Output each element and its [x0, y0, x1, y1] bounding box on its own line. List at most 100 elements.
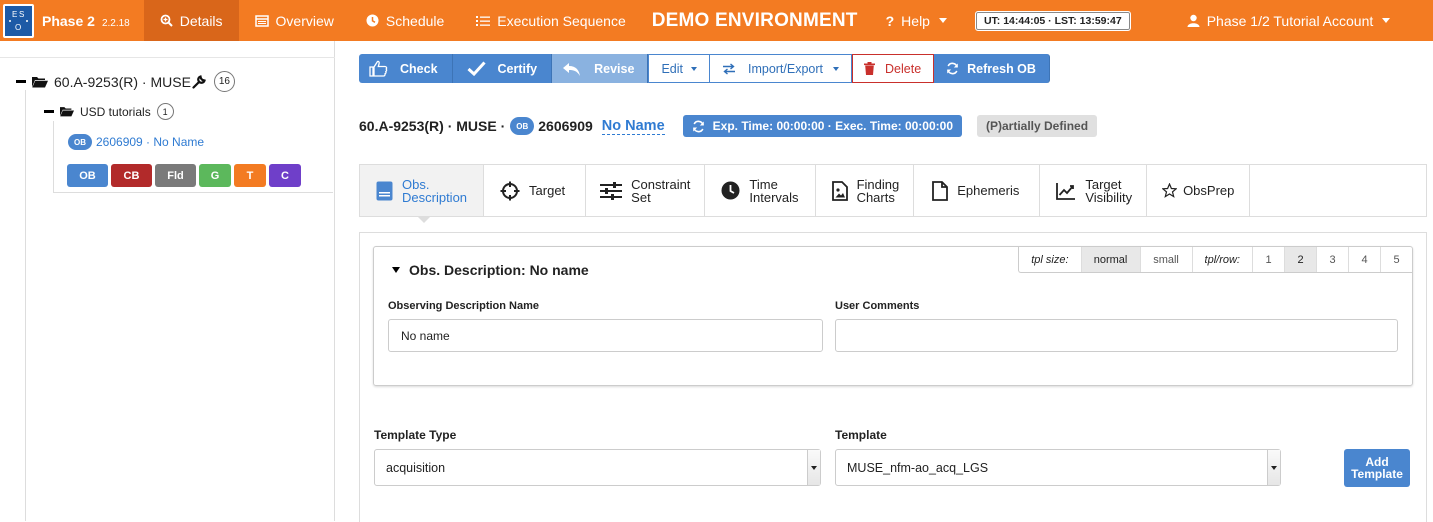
tab-line1: Target — [529, 183, 566, 198]
list-window-icon — [254, 14, 269, 27]
edit-menu-button[interactable]: Edit — [648, 54, 710, 83]
help-menu[interactable]: ? Help — [876, 0, 957, 41]
ob-toolbar: Check Certify Revise Edit Import/Export … — [359, 54, 1050, 83]
row-3-button[interactable]: 3 — [1316, 247, 1348, 272]
folder-open-icon — [60, 106, 74, 117]
divider — [0, 57, 335, 58]
tree-ob-node[interactable]: OB 2606909 · No Name — [68, 134, 204, 150]
tab-line2: Visibility — [1085, 189, 1133, 205]
sliders-icon — [600, 181, 623, 200]
obs-desc-name-input[interactable]: No name — [388, 319, 823, 352]
tpl-size-label: tpl size: — [1031, 253, 1069, 266]
size-normal-button[interactable]: normal — [1080, 247, 1140, 272]
svg-text:O: O — [15, 23, 21, 32]
template-type-value: acquisition — [386, 460, 446, 475]
tab-target-visibility[interactable]: Target Visibility — [1040, 165, 1148, 216]
revise-button[interactable]: Revise — [552, 54, 649, 83]
account-menu[interactable]: Phase 1/2 Tutorial Account — [1171, 0, 1407, 41]
card-title-label: Obs. Description: No name — [409, 262, 589, 278]
chip-t[interactable]: T — [234, 164, 266, 187]
tab-target[interactable]: Target — [484, 165, 587, 216]
user-comments-label: User Comments — [835, 300, 920, 312]
row-2-button[interactable]: 2 — [1284, 247, 1316, 272]
chip-fld[interactable]: Fld — [155, 164, 196, 187]
chevron-down-icon — [938, 18, 947, 23]
certify-button[interactable]: Certify — [452, 54, 553, 83]
exec-time-button[interactable]: Exp. Time: 00:00:00 · Exec. Time: 00:00:… — [682, 115, 962, 137]
import-export-menu-button[interactable]: Import/Export — [709, 54, 853, 83]
ob-name-editable[interactable]: No Name — [601, 118, 665, 135]
add-line2: Template — [1351, 467, 1403, 481]
tpl-row-label: tpl/row: — [1191, 247, 1252, 272]
folder-open-icon — [32, 76, 48, 88]
delete-label: Delete — [885, 61, 922, 76]
nav-details-label: Details — [179, 12, 223, 29]
refresh-ob-button[interactable]: Refresh OB — [934, 54, 1050, 83]
ob-component-chips: OB CB Fld G T C — [67, 164, 301, 187]
file-icon — [932, 180, 949, 201]
tree-ob-label: 2606909 · No Name — [96, 135, 205, 149]
tab-label: Finding Charts — [857, 178, 900, 204]
row-1-button[interactable]: 1 — [1252, 247, 1284, 272]
active-tab-pointer — [417, 216, 431, 223]
template-type-select[interactable]: acquisition — [374, 449, 821, 486]
tab-obs-description[interactable]: Obs. Description — [360, 165, 485, 216]
thumbs-up-icon — [369, 60, 388, 77]
size-small-button[interactable]: small — [1139, 247, 1192, 272]
refresh-label: Refresh OB — [967, 61, 1036, 76]
nav-execution-sequence[interactable]: Execution Sequence — [460, 0, 641, 41]
folder-ob-count: 1 — [156, 103, 174, 120]
chip-c[interactable]: C — [269, 164, 301, 187]
tree-guide — [53, 121, 54, 193]
tab-ephemeris[interactable]: Ephemeris — [914, 165, 1041, 216]
tab-obsprep[interactable]: ObsPrep — [1147, 165, 1251, 216]
brand[interactable]: Phase 2 2.2.18 — [42, 13, 130, 29]
chip-cb[interactable]: CB — [111, 164, 152, 187]
template-value: MUSE_nfm-ao_acq_LGS — [847, 460, 989, 475]
tab-label: Time Intervals — [749, 178, 798, 204]
tab-line2: Charts — [856, 189, 895, 205]
refresh-icon — [946, 62, 959, 75]
tab-finding-charts[interactable]: Finding Charts — [816, 165, 915, 216]
run-ob-count: 16 — [213, 71, 235, 92]
svg-text:E: E — [12, 10, 17, 19]
tab-label: Target Visibility — [1085, 178, 1132, 204]
card-title[interactable]: Obs. Description: No name — [392, 262, 589, 278]
chip-g[interactable]: G — [199, 164, 231, 187]
tab-constraint-set[interactable]: Constraint Set — [586, 165, 706, 216]
tree-run-node[interactable]: 60.A-9253(R) · MUSE 16 — [16, 71, 235, 92]
time-display: UT: 14:44:05 · LST: 13:59:47 — [974, 10, 1131, 31]
nav-details[interactable]: Details — [143, 0, 239, 41]
obs-desc-name-label: Observing Description Name — [388, 300, 539, 312]
chip-ob[interactable]: OB — [67, 164, 108, 187]
collapse-icon[interactable] — [16, 80, 26, 83]
row-5-button[interactable]: 5 — [1380, 247, 1412, 272]
eso-logo[interactable]: E S O — [3, 3, 34, 38]
edit-label: Edit — [661, 61, 683, 76]
nav-overview[interactable]: Overview — [239, 0, 350, 41]
delete-button[interactable]: Delete — [852, 54, 935, 83]
tab-line1: ObsPrep — [1183, 183, 1235, 198]
nav-schedule[interactable]: Schedule — [350, 0, 460, 41]
caret-down-icon[interactable] — [392, 267, 400, 273]
exchange-icon — [722, 62, 736, 75]
user-icon — [1187, 14, 1200, 27]
tree-folder-node[interactable]: USD tutorials 1 — [44, 103, 174, 120]
check-button[interactable]: Check — [359, 54, 453, 83]
template-label: Template — [835, 428, 887, 442]
add-template-button[interactable]: Add Template — [1344, 449, 1410, 487]
user-comments-input[interactable] — [835, 319, 1398, 352]
account-label: Phase 1/2 Tutorial Account — [1206, 12, 1374, 29]
chevron-down-icon[interactable] — [1267, 450, 1280, 485]
wrench-icon[interactable] — [192, 74, 206, 89]
template-select[interactable]: MUSE_nfm-ao_acq_LGS — [835, 449, 1281, 486]
tab-line2: Set — [631, 189, 651, 205]
search-icon — [160, 14, 173, 27]
brand-name: Phase 2 — [42, 12, 95, 29]
tab-time-intervals[interactable]: Time Intervals — [705, 165, 816, 216]
chevron-down-icon — [833, 66, 840, 71]
row-4-button[interactable]: 4 — [1348, 247, 1380, 272]
chevron-down-icon[interactable] — [807, 450, 820, 485]
collapse-icon[interactable] — [44, 110, 54, 113]
nav-execution-sequence-label: Execution Sequence — [497, 12, 626, 29]
